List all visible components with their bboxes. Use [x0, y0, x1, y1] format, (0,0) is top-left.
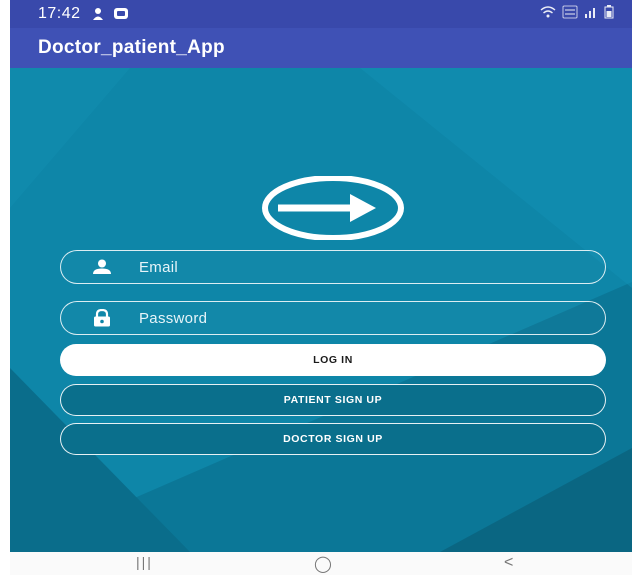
- battery-icon: [604, 5, 614, 19]
- app-bar: Doctor_patient_App: [10, 28, 632, 68]
- person-location-icon: [92, 8, 103, 20]
- app-title: Doctor_patient_App: [38, 37, 225, 58]
- signal-icon: [585, 8, 595, 18]
- status-left-icons: [91, 7, 129, 21]
- person-icon: [91, 258, 113, 276]
- navigation-bar: ||| ◯ <: [10, 552, 632, 575]
- login-arrow-circle-icon: [262, 176, 404, 240]
- recents-button[interactable]: |||: [136, 554, 153, 570]
- password-field[interactable]: [60, 301, 606, 335]
- status-bar: 17:42: [10, 0, 632, 28]
- phone-screen: 17:42 Doctor_patient_App Email LOG IN PA…: [10, 0, 632, 575]
- status-time: 17:42: [38, 5, 81, 22]
- wifi-icon: [540, 6, 556, 18]
- patient-signup-button[interactable]: PATIENT SIGN UP: [60, 384, 606, 416]
- password-input[interactable]: [137, 308, 605, 328]
- email-field[interactable]: [60, 250, 606, 284]
- login-screen: LOG IN PATIENT SIGN UP DOCTOR SIGN UP: [10, 68, 632, 552]
- message-icon: [113, 8, 128, 19]
- doctor-signup-button[interactable]: DOCTOR SIGN UP: [60, 423, 606, 455]
- email-input[interactable]: [137, 257, 605, 277]
- volte-lte-icon: [562, 5, 578, 19]
- back-button[interactable]: <: [504, 554, 513, 572]
- home-button[interactable]: ◯: [314, 554, 332, 574]
- status-right-icons: [540, 5, 614, 19]
- login-button[interactable]: LOG IN: [60, 344, 606, 376]
- lock-icon: [91, 309, 113, 327]
